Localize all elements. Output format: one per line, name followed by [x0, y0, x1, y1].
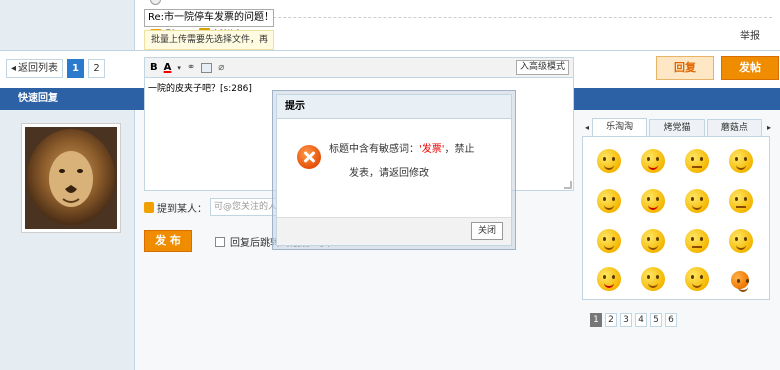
back-to-list-label: 返回列表	[18, 63, 59, 74]
lion-avatar-image	[25, 127, 117, 229]
smiley-grid	[582, 136, 770, 300]
smiley-tabs: ◂ 乐淘淘 烤党猫 蘑菇点 ▸	[582, 118, 774, 136]
smiley-pager: 1 2 3 4 5 6	[590, 313, 677, 327]
publish-button[interactable]: 发 布	[144, 230, 192, 252]
page-2-link[interactable]: 2	[88, 59, 105, 78]
tab-kaodangmao[interactable]: 烤党猫	[649, 119, 705, 136]
jump-checkbox[interactable]	[215, 236, 225, 247]
attachment-icon[interactable]: ⌀	[218, 62, 224, 73]
smiley-icon[interactable]	[641, 267, 665, 291]
sensitive-keyword: '发票'	[419, 144, 445, 155]
dialog-message: 标题中含有敏感词：'发票'，禁止	[329, 143, 501, 157]
new-post-button[interactable]: 发帖	[721, 56, 779, 80]
tab-letaotao[interactable]: 乐淘淘	[592, 118, 648, 136]
font-color-button[interactable]: A	[164, 62, 172, 73]
smiley-icon[interactable]	[641, 149, 665, 173]
error-x-icon	[297, 145, 321, 169]
message-suffix: ，禁止	[444, 144, 475, 155]
smiley-page-link[interactable]: 2	[605, 313, 617, 327]
smiley-icon[interactable]	[597, 149, 621, 173]
editor-toolbar: B A ▾ ⚭ ⌀ 入高级模式	[144, 57, 574, 77]
smiley-page-link[interactable]: 5	[650, 313, 662, 327]
resize-handle[interactable]	[564, 181, 572, 189]
report-link[interactable]: 举报	[740, 27, 760, 42]
smiley-icon[interactable]	[685, 149, 709, 173]
advanced-mode-button[interactable]: 入高级模式	[515, 60, 569, 75]
tab-next-arrow-icon[interactable]: ▸	[764, 120, 774, 136]
post-radio-icon	[150, 0, 161, 5]
post-author-column	[0, 0, 135, 50]
smiley-icon[interactable]	[729, 229, 753, 253]
message-prefix: 标题中含有敏感词：	[329, 144, 419, 155]
image-icon[interactable]	[201, 62, 213, 73]
upload-tip: 批量上传需要先选择文件，再	[144, 30, 274, 50]
dialog-title: 提示	[277, 95, 511, 119]
post-footer: 引用 N 新鲜事 举报	[0, 0, 780, 50]
smiley-icon[interactable]	[685, 267, 709, 291]
reply-button[interactable]: 回复	[656, 56, 714, 80]
smiley-icon[interactable]	[685, 229, 709, 253]
dialog-message-line2: 发表，请返回修改	[349, 168, 429, 179]
mention-label: 提到某人：	[157, 203, 207, 215]
bold-button[interactable]: B	[150, 62, 158, 73]
smiley-icon[interactable]	[641, 189, 665, 213]
editor-text: 一院的皮夹子吧？[s:286]	[148, 84, 252, 94]
tab-mogudian[interactable]: 蘑菇点	[706, 119, 762, 136]
smiley-icon[interactable]	[685, 189, 709, 213]
dialog-body: 标题中含有敏感词：'发票'，禁止 发表，请返回修改	[277, 119, 511, 221]
alert-dialog: 提示 标题中含有敏感词：'发票'，禁止 发表，请返回修改 关闭	[272, 90, 516, 250]
smiley-icon[interactable]	[729, 149, 753, 173]
avatar	[21, 123, 121, 233]
reply-title-input[interactable]: Re:市一院停车发票的问题！不	[144, 9, 274, 27]
chevron-down-icon[interactable]: ▾	[177, 64, 181, 72]
back-to-list-button[interactable]: ◂ 返回列表	[6, 59, 64, 78]
smiley-icon[interactable]	[731, 271, 749, 292]
quick-reply-avatar-column	[0, 110, 135, 370]
smiley-page-link[interactable]: 3	[620, 313, 632, 327]
smiley-page-link[interactable]: 4	[635, 313, 647, 327]
alert-dialog-box: 提示 标题中含有敏感词：'发票'，禁止 发表，请返回修改 关闭	[276, 94, 512, 246]
smiley-page-link[interactable]: 1	[590, 313, 602, 327]
smiley-icon[interactable]	[597, 267, 621, 291]
smiley-page-link[interactable]: 6	[665, 313, 677, 327]
link-icon[interactable]: ⚭	[187, 62, 195, 73]
chevron-left-icon: ◂	[11, 63, 17, 74]
smiley-icon[interactable]	[729, 189, 753, 213]
smiley-icon[interactable]	[641, 229, 665, 253]
tab-prev-arrow-icon[interactable]: ◂	[582, 120, 592, 136]
mention-icon	[144, 201, 154, 213]
smiley-icon[interactable]	[597, 229, 621, 253]
smiley-icon[interactable]	[597, 189, 621, 213]
dialog-footer: 关闭	[277, 217, 511, 245]
close-button[interactable]: 关闭	[470, 222, 503, 240]
page-1-link[interactable]: 1	[67, 59, 84, 78]
